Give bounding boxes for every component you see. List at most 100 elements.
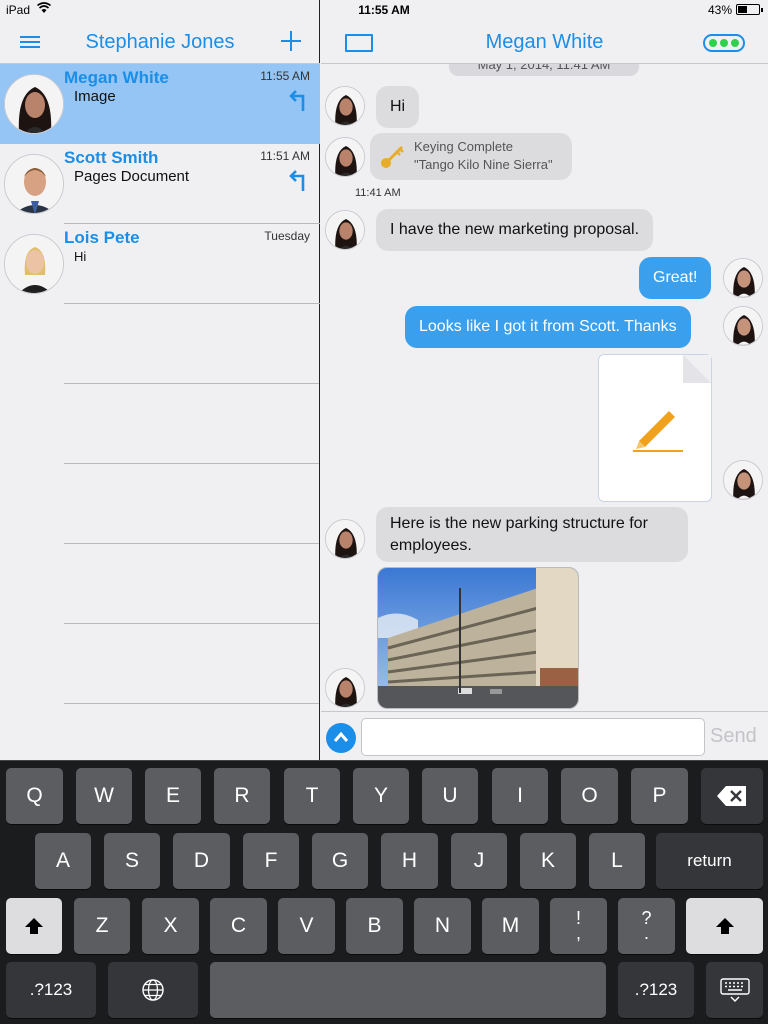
send-button[interactable]: Send (710, 725, 757, 748)
key-exclaim-comma[interactable]: ! , (550, 898, 607, 954)
key-y[interactable]: Y (353, 768, 409, 824)
expand-attachments-button[interactable] (326, 723, 356, 753)
outgoing-message[interactable]: Looks like I got it from Scott. Thanks (405, 306, 691, 348)
document-attachment[interactable] (598, 354, 712, 502)
avatar (325, 137, 365, 177)
message-composer: Send (321, 711, 768, 760)
backspace-key[interactable] (701, 768, 763, 824)
conversation-time: Tuesday (264, 229, 310, 243)
key-g[interactable]: G (312, 833, 368, 889)
avatar (723, 306, 763, 346)
key-p[interactable]: P (631, 768, 688, 824)
numbers-key-left[interactable]: .?123 (6, 962, 96, 1018)
row-divider (64, 543, 319, 544)
image-attachment[interactable] (377, 567, 579, 709)
row-divider (64, 383, 319, 384)
chevron-up-icon (333, 731, 349, 742)
shift-icon (715, 918, 734, 934)
conversation-time: 11:51 AM (260, 149, 310, 163)
space-bar[interactable] (210, 962, 606, 1018)
avatar (325, 210, 365, 250)
shift-icon (25, 918, 43, 934)
keyboard-hide-icon (719, 978, 750, 1002)
message-text: Hi (390, 98, 406, 115)
hide-keyboard-key[interactable] (706, 962, 763, 1018)
on-screen-keyboard: Q W E R T Y U I O P A S D F G H J K L re… (0, 760, 768, 1024)
key-r[interactable]: R (214, 768, 270, 824)
key-i[interactable]: I (492, 768, 548, 824)
key-z[interactable]: Z (74, 898, 130, 954)
key-m[interactable]: M (482, 898, 539, 954)
conversation-item[interactable]: Lois Pete Tuesday Hi (0, 224, 320, 304)
key-t[interactable]: T (284, 768, 340, 824)
message-input[interactable] (361, 718, 705, 756)
conversation-preview: Hi (74, 249, 87, 264)
avatar (4, 234, 64, 294)
key-a[interactable]: A (35, 833, 91, 889)
key-l[interactable]: L (589, 833, 645, 889)
new-conversation-icon[interactable] (281, 31, 301, 51)
key-d[interactable]: D (173, 833, 230, 889)
document-fold (683, 355, 711, 383)
globe-key[interactable] (108, 962, 198, 1018)
avatar (325, 86, 365, 126)
shift-key-left[interactable] (6, 898, 62, 954)
key-o[interactable]: O (561, 768, 618, 824)
key-icon (381, 145, 404, 168)
status-time: 11:55 AM (358, 3, 410, 17)
return-key[interactable]: return (656, 833, 763, 889)
row-divider (64, 303, 320, 304)
backspace-icon (717, 786, 746, 806)
system-title: Keying Complete (414, 139, 513, 154)
incoming-message[interactable]: Hi (376, 86, 420, 128)
incoming-message[interactable]: Here is the new parking structure for em… (376, 507, 688, 562)
more-options-icon[interactable] (703, 34, 745, 52)
key-j[interactable]: J (451, 833, 507, 889)
row-divider (64, 623, 319, 624)
parking-structure-photo (378, 568, 578, 708)
key-s[interactable]: S (104, 833, 160, 889)
contact-name: Megan White (64, 68, 169, 87)
reply-arrow-icon (289, 170, 305, 191)
conversation-list-header: Stephanie Jones (0, 20, 320, 64)
avatar (723, 258, 763, 298)
avatar (4, 74, 64, 134)
shift-key-right[interactable] (686, 898, 763, 954)
key-k[interactable]: K (520, 833, 576, 889)
key-n[interactable]: N (414, 898, 471, 954)
key-e[interactable]: E (145, 768, 201, 824)
chat-title: Megan White (485, 31, 604, 53)
conversation-item[interactable]: Megan White 11:55 AM Image (0, 64, 320, 144)
key-v[interactable]: V (278, 898, 335, 954)
row-divider (64, 463, 319, 464)
chat-pane: May 1, 2014, 11:41 AM Megan White Hi Key (321, 0, 768, 760)
incoming-message[interactable]: I have the new marketing proposal. (376, 209, 654, 251)
key-x[interactable]: X (142, 898, 199, 954)
avatar (723, 460, 763, 500)
key-h[interactable]: H (381, 833, 438, 889)
system-message: Keying Complete "Tango Kilo Nine Sierra" (370, 133, 572, 180)
outgoing-message[interactable]: Great! (639, 257, 712, 299)
key-question-period[interactable]: ? . (618, 898, 675, 954)
chat-header: Megan White (321, 20, 768, 64)
battery-percent: 43% (707, 3, 732, 17)
conversation-list-pane: Stephanie Jones Megan White 11:55 AM Ima… (0, 0, 320, 760)
avatar (325, 519, 365, 559)
avatar (325, 668, 365, 708)
key-c[interactable]: C (210, 898, 267, 954)
key-w[interactable]: W (76, 768, 132, 824)
key-f[interactable]: F (243, 833, 299, 889)
key-b[interactable]: B (346, 898, 403, 954)
message-text: I have the new marketing proposal. (390, 221, 640, 238)
key-u[interactable]: U (422, 768, 478, 824)
key-q[interactable]: Q (6, 768, 63, 824)
system-subtitle: "Tango Kilo Nine Sierra" (414, 157, 553, 172)
user-title: Stephanie Jones (85, 31, 235, 53)
message-timestamp: 11:41 AM (355, 187, 401, 199)
conversation-preview: Image (74, 88, 116, 105)
message-text: Great! (653, 269, 698, 286)
pen-icon (633, 411, 683, 452)
numbers-key-right[interactable]: .?123 (618, 962, 694, 1018)
conversation-item[interactable]: Scott Smith 11:51 AM Pages Document (0, 144, 320, 224)
battery-icon (736, 4, 763, 15)
